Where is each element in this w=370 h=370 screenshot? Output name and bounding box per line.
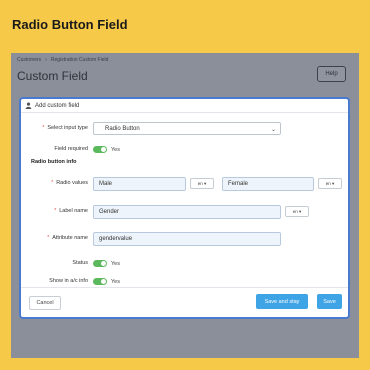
required-marker: * — [54, 208, 57, 214]
radio-value-female-input[interactable]: Female — [222, 177, 314, 191]
breadcrumb-item-customers[interactable]: Customers — [17, 57, 41, 63]
field-required-label: Field required — [54, 146, 88, 152]
required-marker: * — [51, 180, 54, 186]
language-dropdown-label[interactable]: en ▾ — [285, 206, 309, 217]
cancel-button[interactable]: Cancel — [29, 296, 61, 310]
language-dropdown-1[interactable]: en ▾ — [190, 178, 214, 189]
field-required-toggle[interactable]: Yes — [93, 146, 120, 153]
modal-header: Add custom field — [21, 99, 348, 113]
banner-title: Radio Button Field — [12, 17, 128, 32]
save-and-stay-button[interactable]: Save and stay — [256, 294, 308, 309]
app-screen: Customers › Registration Custom Field Cu… — [11, 53, 359, 358]
add-custom-field-modal: Add custom field * Select input type Radi… — [19, 97, 350, 319]
status-label: Status — [72, 260, 88, 266]
user-icon — [25, 102, 32, 109]
input-type-select[interactable]: Radio Button ⌄ — [93, 122, 281, 135]
breadcrumb: Customers › Registration Custom Field — [17, 57, 108, 63]
attribute-name-input[interactable]: gendervalue — [93, 232, 281, 246]
required-marker: * — [47, 235, 50, 241]
modal-footer: Cancel Save and stay Save — [21, 287, 348, 317]
toggle-switch[interactable] — [93, 146, 107, 153]
breadcrumb-separator: › — [45, 57, 47, 63]
label-name-label: * Label name — [54, 208, 88, 214]
radio-info-section-title: Radio button info — [31, 159, 77, 165]
breadcrumb-item-custom-field[interactable]: Registration Custom Field — [51, 57, 109, 63]
language-dropdown-2[interactable]: en ▾ — [318, 178, 342, 189]
radio-values-label: * Radio values — [51, 180, 88, 186]
page-title: Custom Field — [17, 69, 88, 83]
label-name-input[interactable]: Gender — [93, 205, 281, 219]
help-button[interactable]: Help — [317, 66, 346, 82]
status-toggle[interactable]: Yes — [93, 260, 120, 267]
input-type-label: * Select input type — [42, 125, 88, 131]
show-in-account-label: Show in a/c info — [49, 278, 88, 284]
attribute-name-label: * Attribute name — [47, 235, 88, 241]
page-header: Customers › Registration Custom Field Cu… — [11, 53, 359, 95]
save-button[interactable]: Save — [317, 294, 342, 309]
toggle-switch[interactable] — [93, 278, 107, 285]
radio-value-male-input[interactable]: Male — [93, 177, 186, 191]
chevron-down-icon: ⌄ — [270, 127, 276, 133]
toggle-switch[interactable] — [93, 260, 107, 267]
show-in-account-toggle[interactable]: Yes — [93, 278, 120, 285]
required-marker: * — [42, 125, 45, 131]
modal-title: Add custom field — [35, 102, 80, 109]
